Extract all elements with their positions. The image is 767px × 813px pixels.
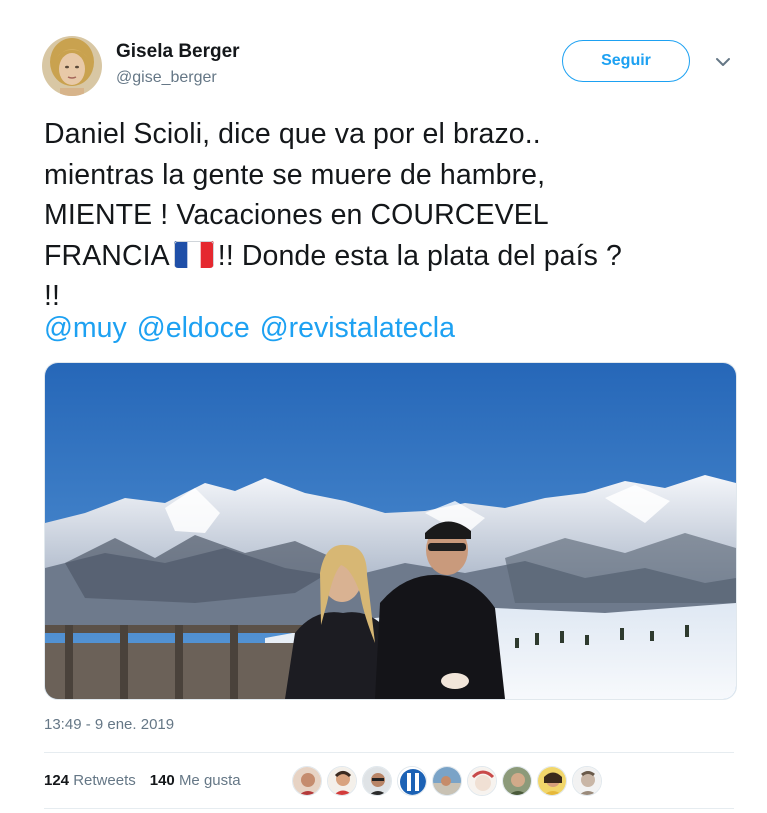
mention-link[interactable]: @revistalatecla <box>260 312 455 344</box>
avatar-image <box>42 36 102 96</box>
likes-stat[interactable]: 140 Me gusta <box>150 772 241 789</box>
liker-avatar[interactable] <box>327 766 357 796</box>
likes-count: 140 <box>149 772 175 789</box>
tweet-text-fragment: !! Donde esta la plata del país ? <box>217 239 622 272</box>
liker-avatar[interactable] <box>397 766 427 796</box>
france-flag-icon <box>173 240 214 268</box>
tweet-card: Gisela Berger @gise_berger Seguir Daniel… <box>0 0 767 813</box>
retweets-count: 124 <box>44 772 70 789</box>
liker-avatar[interactable] <box>537 766 567 796</box>
tweet-text-line: mientras la gente se muere de hambre, <box>44 158 546 191</box>
liker-avatar[interactable] <box>502 766 532 796</box>
mention-link[interactable]: @eldoce <box>137 312 250 344</box>
liker-avatar[interactable] <box>292 766 322 796</box>
follow-button[interactable]: Seguir <box>562 40 690 82</box>
retweets-label: Retweets <box>73 772 136 789</box>
author-handle[interactable]: @gise_berger <box>116 69 217 87</box>
tweet-text-fragment: FRANCIA <box>44 239 170 272</box>
tweet-text-line: !! <box>44 280 61 312</box>
author-avatar[interactable] <box>42 36 102 96</box>
author-name[interactable]: Gisela Berger <box>116 41 240 63</box>
divider <box>44 752 734 753</box>
mention-link[interactable]: @muy <box>44 312 127 344</box>
likes-label: Me gusta <box>178 772 241 789</box>
liker-avatar[interactable] <box>432 766 462 796</box>
chevron-down-icon[interactable] <box>712 54 734 70</box>
tweet-text: Daniel Scioli, dice que va por el brazo.… <box>44 114 734 317</box>
liker-avatar[interactable] <box>362 766 392 796</box>
divider <box>44 808 734 809</box>
retweets-stat[interactable]: 124 Retweets <box>44 772 136 789</box>
tweet-text-line: Daniel Scioli, dice que va por el brazo.… <box>44 118 541 150</box>
photo-image <box>45 363 736 699</box>
liker-avatar[interactable] <box>467 766 497 796</box>
tweet-timestamp[interactable]: 13:49 - 9 ene. 2019 <box>44 716 174 733</box>
liker-avatars <box>292 766 607 796</box>
tweet-stats: 124 Retweets 140 Me gusta <box>44 772 241 789</box>
mentions-row: @muy @eldoce @revistalatecla <box>44 312 465 345</box>
tweet-photo[interactable] <box>44 362 737 700</box>
tweet-text-line: FRANCIA !! Donde esta la plata del país ? <box>44 236 734 277</box>
liker-avatar[interactable] <box>572 766 602 796</box>
tweet-text-line: MIENTE ! Vacaciones en COURCEVEL <box>44 199 549 231</box>
